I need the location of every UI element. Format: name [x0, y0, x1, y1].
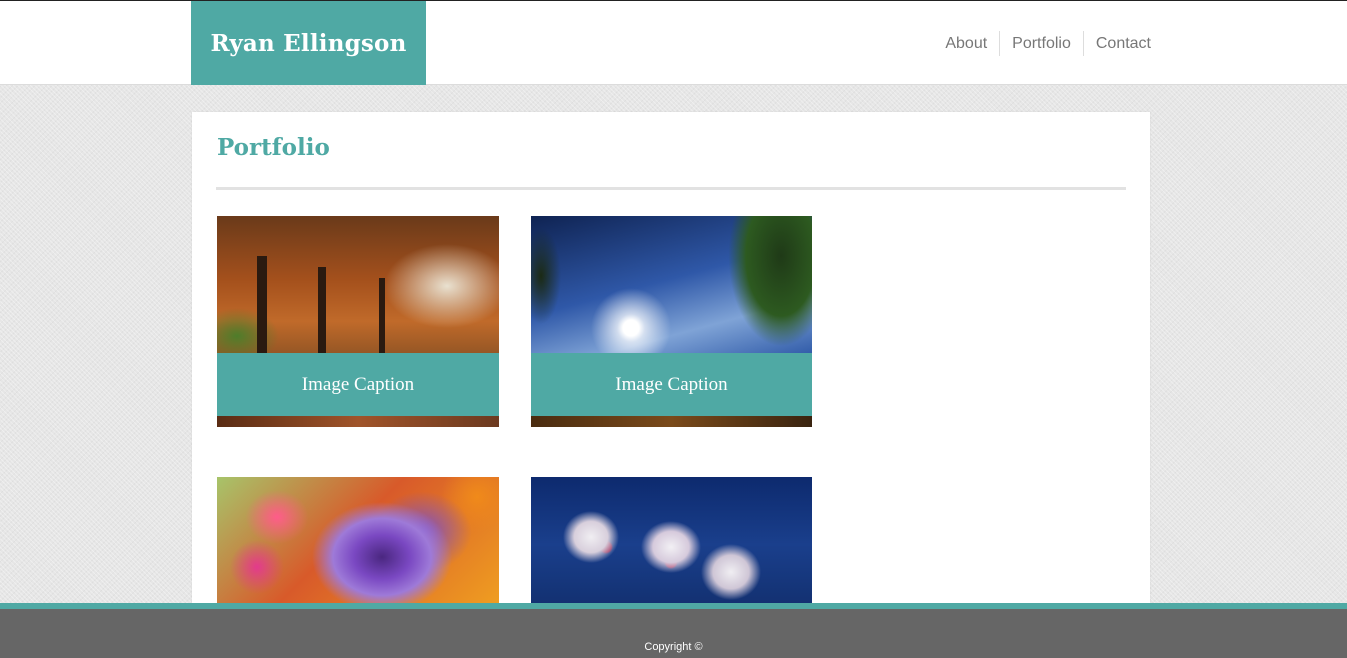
copyright-text: Copyright © — [644, 641, 703, 653]
brand-name: Ryan Ellingson — [210, 29, 407, 57]
title-divider — [216, 187, 1126, 190]
image-caption-bar: Image Caption — [531, 353, 812, 416]
site-footer: Copyright © — [0, 603, 1347, 658]
image-caption: Image Caption — [615, 373, 728, 395]
gallery-item[interactable]: Image Caption — [531, 216, 812, 427]
page-title: Portfolio — [217, 134, 330, 161]
gallery-item[interactable] — [531, 477, 812, 612]
main-nav: About Portfolio Contact — [933, 31, 1151, 56]
pansy-flower-image — [217, 477, 499, 612]
gallery-item[interactable]: Image Caption — [217, 216, 499, 427]
orchid-image — [531, 477, 812, 612]
nav-link-portfolio[interactable]: Portfolio — [999, 31, 1083, 56]
content-card: Portfolio Image Caption Image Caption — [192, 112, 1150, 612]
brand-logo[interactable]: Ryan Ellingson — [191, 1, 426, 85]
image-caption-bar: Image Caption — [217, 353, 499, 416]
image-caption: Image Caption — [301, 373, 415, 395]
nav-link-about[interactable]: About — [933, 31, 999, 56]
gallery-item[interactable] — [217, 477, 499, 612]
site-header: Ryan Ellingson About Portfolio Contact — [0, 0, 1347, 85]
nav-link-contact[interactable]: Contact — [1082, 31, 1151, 56]
